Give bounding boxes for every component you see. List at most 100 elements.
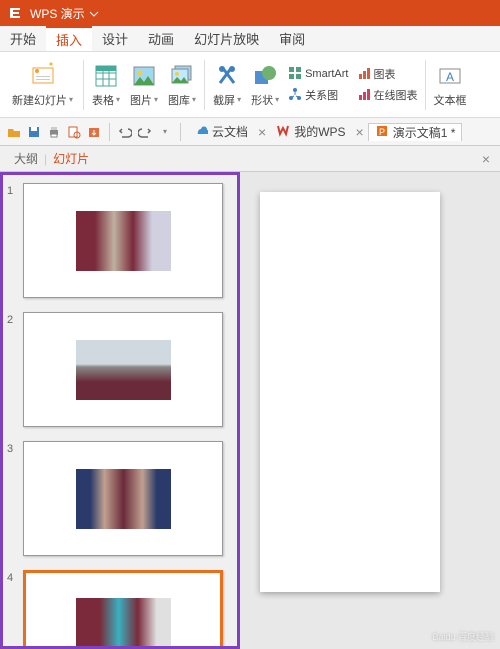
separator xyxy=(425,60,426,110)
slide-number: 1 xyxy=(7,183,23,298)
cloud-doc-label: 云文档 xyxy=(212,123,248,140)
shapes-icon xyxy=(251,62,279,90)
cloud-doc-tab[interactable]: 云文档 xyxy=(188,123,254,140)
save-icon[interactable] xyxy=(26,124,42,140)
relation-button[interactable]: 关系图 xyxy=(285,86,351,105)
picture-label: 图片 xyxy=(130,92,152,108)
chevron-down-icon: ▾ xyxy=(237,95,241,104)
watermark: Baidu 百度经验 xyxy=(432,630,494,643)
slide-thumbnail[interactable] xyxy=(23,441,223,556)
separator xyxy=(204,60,205,110)
title-bar: WPS 演示 xyxy=(0,0,500,26)
screenshot-button[interactable]: 截屏▾ xyxy=(209,62,245,108)
slide-item[interactable]: 3 xyxy=(7,441,233,556)
slide-image-placeholder xyxy=(76,340,171,400)
picture-button[interactable]: 图片▾ xyxy=(126,62,162,108)
slide-item[interactable]: 4 xyxy=(7,570,233,649)
slide-number: 4 xyxy=(7,570,23,649)
new-slide-icon xyxy=(29,62,57,90)
slide-image-placeholder xyxy=(76,469,171,529)
print-preview-icon[interactable] xyxy=(66,124,82,140)
svg-text:A: A xyxy=(446,70,454,84)
slide-image-placeholder xyxy=(76,211,171,271)
table-icon xyxy=(92,62,120,90)
slide-thumbnail-panel[interactable]: 1 2 3 4 xyxy=(0,172,240,649)
new-slide-button[interactable]: 新建幻灯片▾ xyxy=(6,62,79,108)
picture-icon xyxy=(130,62,158,90)
slide-image-placeholder xyxy=(76,598,171,649)
menu-insert[interactable]: 插入 xyxy=(46,26,92,51)
shapes-button[interactable]: 形状▾ xyxy=(247,62,283,108)
close-tab-icon[interactable]: × xyxy=(258,124,266,140)
app-logo-icon xyxy=(8,5,24,21)
open-icon[interactable] xyxy=(6,124,22,140)
relation-icon xyxy=(288,87,302,104)
new-slide-label: 新建幻灯片 xyxy=(12,92,67,108)
screenshot-label: 截屏 xyxy=(213,92,235,108)
undo-icon[interactable] xyxy=(117,124,133,140)
slide-item[interactable]: 1 xyxy=(7,183,233,298)
textbox-icon: A xyxy=(436,62,464,90)
chevron-down-icon: ▾ xyxy=(154,95,158,104)
smartart-button[interactable]: SmartArt xyxy=(285,65,351,84)
title-dropdown-icon[interactable] xyxy=(89,8,99,18)
shapes-label: 形状 xyxy=(251,92,273,108)
canvas-area xyxy=(240,172,500,649)
screenshot-icon xyxy=(213,62,241,90)
online-chart-icon xyxy=(357,87,371,104)
current-doc-label: 演示文稿1 * xyxy=(393,124,456,141)
chart-icon xyxy=(357,66,371,83)
chevron-down-icon: ▾ xyxy=(69,95,73,104)
slide-item[interactable]: 2 xyxy=(7,312,233,427)
chevron-down-icon: ▾ xyxy=(275,95,279,104)
chart-label: 图表 xyxy=(374,66,396,82)
ribbon: 新建幻灯片▾ 表格▾ 图片▾ 图库▾ 截屏▾ 形状▾ SmartArt xyxy=(0,52,500,118)
mywps-tab[interactable]: 我的WPS xyxy=(270,123,351,140)
quick-access-toolbar: ▾ 云文档 × 我的WPS × P 演示文稿1 * xyxy=(0,118,500,146)
gallery-label: 图库 xyxy=(168,92,190,108)
smartart-icon xyxy=(288,66,302,83)
cloud-icon xyxy=(194,123,208,140)
chart-button[interactable]: 图表 xyxy=(354,65,421,84)
gallery-icon xyxy=(168,62,196,90)
table-label: 表格 xyxy=(92,92,114,108)
close-tab-icon[interactable]: × xyxy=(356,124,364,140)
slides-tab[interactable]: 幻灯片 xyxy=(47,150,95,167)
online-chart-label: 在线图表 xyxy=(374,87,418,103)
close-panel-icon[interactable]: × xyxy=(482,151,490,167)
qat-more-icon[interactable]: ▾ xyxy=(157,124,173,140)
menu-animation[interactable]: 动画 xyxy=(138,26,184,51)
mywps-label: 我的WPS xyxy=(294,123,345,140)
menu-slideshow[interactable]: 幻灯片放映 xyxy=(184,26,269,51)
slide-canvas[interactable] xyxy=(260,192,440,592)
separator xyxy=(109,123,110,141)
separator xyxy=(180,123,181,141)
wps-icon xyxy=(276,123,290,140)
textbox-button[interactable]: A 文本框 xyxy=(430,62,471,108)
svg-text:P: P xyxy=(379,127,385,137)
table-button[interactable]: 表格▾ xyxy=(88,62,124,108)
slide-number: 3 xyxy=(7,441,23,556)
workspace: 1 2 3 4 xyxy=(0,172,500,649)
slide-number: 2 xyxy=(7,312,23,427)
export-icon[interactable] xyxy=(86,124,102,140)
presentation-icon: P xyxy=(375,124,389,141)
slide-thumbnail-selected[interactable] xyxy=(23,570,223,649)
gallery-button[interactable]: 图库▾ xyxy=(164,62,200,108)
current-doc-tab[interactable]: P 演示文稿1 * xyxy=(368,123,463,141)
redo-icon[interactable] xyxy=(137,124,153,140)
online-chart-button[interactable]: 在线图表 xyxy=(354,86,421,105)
textbox-label: 文本框 xyxy=(434,92,467,108)
chevron-down-icon: ▾ xyxy=(192,95,196,104)
side-panel-tabs: 大纲 | 幻灯片 × xyxy=(0,146,500,172)
chevron-down-icon: ▾ xyxy=(116,95,120,104)
outline-tab[interactable]: 大纲 xyxy=(8,150,44,167)
menu-review[interactable]: 审阅 xyxy=(269,26,315,51)
menu-design[interactable]: 设计 xyxy=(92,26,138,51)
slide-thumbnail[interactable] xyxy=(23,312,223,427)
menu-start[interactable]: 开始 xyxy=(0,26,46,51)
print-icon[interactable] xyxy=(46,124,62,140)
slide-thumbnail[interactable] xyxy=(23,183,223,298)
menu-bar: 开始 插入 设计 动画 幻灯片放映 审阅 xyxy=(0,26,500,52)
separator xyxy=(83,60,84,110)
